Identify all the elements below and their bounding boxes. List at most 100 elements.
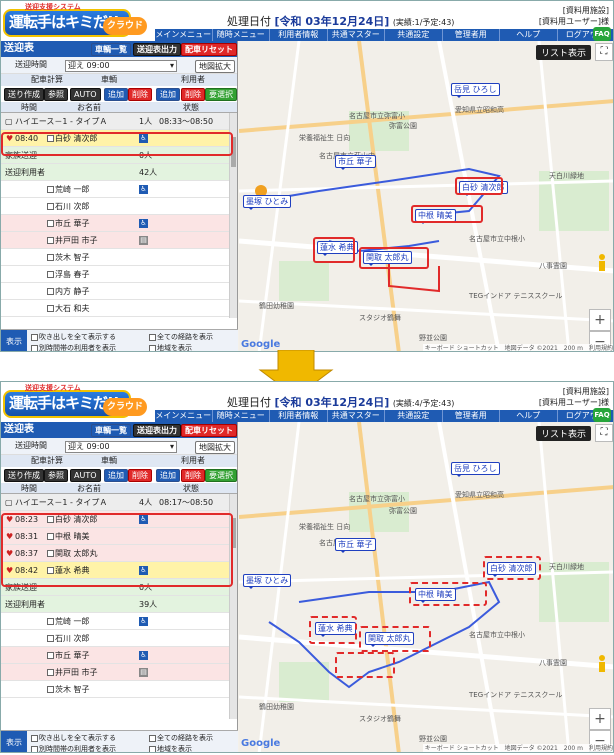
auto-button[interactable]: AUTO [70, 88, 101, 101]
stop-row[interactable]: ♥ 08:31 中根 晴美 [1, 528, 237, 545]
zoom-in-button[interactable]: + [589, 309, 611, 331]
output-button[interactable]: 送迎表出力 [133, 43, 181, 56]
vehicle-list-button[interactable]: 車輌一覧 [91, 424, 131, 437]
vehicle-row[interactable]: ▢ ハイエース－1 - タイプＡ 1人 08:33～08:50 [1, 113, 237, 130]
menu-main[interactable]: メインメニュー [155, 29, 213, 41]
menu-user-info[interactable]: 利用者情報 [270, 410, 328, 422]
create-send-button[interactable]: 送り作成 [4, 88, 44, 101]
zoom-in-button[interactable]: + [589, 708, 611, 730]
time-select[interactable]: 迎え 09:00 [65, 441, 177, 453]
reference-button[interactable]: 参照 [44, 88, 68, 101]
user-row[interactable]: 茨木 智子 [1, 681, 237, 698]
delete-vehicle-button[interactable]: 削除 [128, 469, 152, 482]
user-row[interactable]: 荒崎 一郎 ♿ [1, 613, 237, 630]
stop-row[interactable]: ♥ 08:23 白砂 清次郎 ♿ [1, 511, 237, 528]
faq-button[interactable]: FAQ [593, 408, 611, 422]
list-view-button[interactable]: リスト表示 [535, 426, 591, 441]
fullscreen-icon[interactable]: ⛶ [595, 424, 613, 442]
processing-date-label: 処理日付 [227, 396, 271, 409]
menu-admin[interactable]: 管理者用 [443, 29, 500, 41]
route-map[interactable]: 名古屋市立弥富小 愛知県立昭和高 名古屋市立萩山中 弥富公園 天白川緑地 鶴田幼… [239, 422, 613, 752]
menu-anytime[interactable]: 随時メニュー [213, 410, 270, 422]
menu-main[interactable]: メインメニュー [155, 410, 213, 422]
list-scrollbar[interactable] [229, 494, 237, 719]
menu-help[interactable]: ヘルプ [500, 29, 558, 41]
user-row[interactable]: 大石 和夫 [1, 300, 237, 317]
route-map[interactable]: 名古屋市立弥富小 愛知県立昭和高 名古屋市立萩山中 弥富公園 天白川緑地 鶴田幼… [239, 41, 613, 351]
add-vehicle-button[interactable]: 追加 [104, 469, 128, 482]
reset-button[interactable]: 配車リセット [181, 43, 237, 56]
fullscreen-icon[interactable]: ⛶ [595, 43, 613, 61]
output-button[interactable]: 送迎表出力 [133, 424, 181, 437]
menu-settings[interactable]: 共通設定 [385, 410, 443, 422]
map-zoom-button[interactable]: 地図拡大 [195, 441, 235, 454]
user-row[interactable]: 石川 次郎 [1, 198, 237, 215]
marker-sumizome[interactable]: 墨塚 ひとみ [243, 195, 292, 210]
add-vehicle-button[interactable]: 追加 [104, 88, 128, 101]
add-user-button[interactable]: 追加 [156, 88, 180, 101]
select-button[interactable]: 要選択 [205, 469, 237, 482]
user-row[interactable]: 茨木 智子 [1, 249, 237, 266]
option-other-times[interactable]: 別時間帯の利用者を表示 [31, 343, 116, 351]
menu-master[interactable]: 共通マスター [328, 29, 385, 41]
reference-button[interactable]: 参照 [44, 469, 68, 482]
menu-settings[interactable]: 共通設定 [385, 29, 443, 41]
vehicle-list-button[interactable]: 車輌一覧 [91, 43, 131, 56]
stop-row[interactable]: ♥ 08:42 蓮水 希典 ♿ [1, 562, 237, 579]
marker-takaoka[interactable]: 岳見 ひろし [451, 462, 500, 477]
stop-row[interactable]: ♥ 08:40 白砂 清次郎 ♿ [1, 130, 237, 147]
menu-help[interactable]: ヘルプ [500, 410, 558, 422]
users-row[interactable]: 送迎利用者 39人 [1, 596, 237, 613]
pegman-icon[interactable] [595, 654, 609, 674]
pegman-icon[interactable] [595, 253, 609, 273]
menu-admin[interactable]: 管理者用 [443, 410, 500, 422]
marker-ichioka[interactable]: 市丘 華子 [335, 155, 376, 170]
family-row[interactable]: 家族送迎 0人 [1, 147, 237, 164]
add-user-button[interactable]: 追加 [156, 469, 180, 482]
user-row[interactable]: 浮島 春子 [1, 266, 237, 283]
user-row[interactable]: 荒崎 一郎 ♿ [1, 181, 237, 198]
user-row[interactable]: 石川 次郎 [1, 630, 237, 647]
create-send-button[interactable]: 送り作成 [4, 469, 44, 482]
list-view-button[interactable]: リスト表示 [535, 45, 591, 60]
option-show-balloons[interactable]: 吹き出しを全て表示する [31, 733, 116, 743]
stop-row[interactable]: ♥ 08:37 関取 太郎丸 [1, 545, 237, 562]
vehicle-row[interactable]: ▢ ハイエース－1 - タイプＡ 4人 08:17～08:50 [1, 494, 237, 511]
option-other-times[interactable]: 別時間帯の利用者を表示 [31, 744, 116, 752]
option-show-areas[interactable]: 地域を表示 [149, 343, 192, 351]
checkbox-icon [47, 186, 54, 193]
menu-anytime[interactable]: 随時メニュー [213, 29, 270, 41]
reset-button[interactable]: 配車リセット [181, 424, 237, 437]
user-row[interactable]: 市丘 華子 ♿ [1, 647, 237, 664]
marker-takaoka[interactable]: 岳見 ひろし [451, 83, 500, 98]
menu-user-info[interactable]: 利用者情報 [270, 29, 328, 41]
panel-header: 送迎表 車輌一覧 送迎表出力 配車リセット [1, 41, 237, 57]
map-label: 名古屋市立中根小 [469, 631, 525, 639]
list-scrollbar[interactable] [229, 113, 237, 318]
delete-user-button[interactable]: 削除 [181, 469, 205, 482]
user-row[interactable]: 井戸田 市子 ▤ [1, 664, 237, 681]
auto-button[interactable]: AUTO [70, 469, 101, 482]
marker-ichioka[interactable]: 市丘 華子 [335, 538, 376, 553]
select-button[interactable]: 要選択 [205, 88, 237, 101]
delete-user-button[interactable]: 削除 [181, 88, 205, 101]
user-row[interactable]: 井戸田 市子 ▤ [1, 232, 237, 249]
user-row[interactable]: 市丘 華子 ♿ [1, 215, 237, 232]
map-label: 八事霊園 [539, 659, 567, 667]
option-show-balloons[interactable]: 吹き出しを全て表示する [31, 332, 116, 342]
option-show-routes[interactable]: 全ての経路を表示 [149, 332, 213, 342]
processing-count: (実績:4/予定:43) [392, 399, 455, 408]
delete-vehicle-button[interactable]: 削除 [128, 88, 152, 101]
family-row[interactable]: 家族送迎 0人 [1, 579, 237, 596]
user-row[interactable]: 内方 静子 [1, 283, 237, 300]
map-zoom-button[interactable]: 地図拡大 [195, 60, 235, 73]
option-show-routes[interactable]: 全ての経路を表示 [149, 733, 213, 743]
route-highlight [483, 556, 541, 580]
marker-sumizome[interactable]: 墨塚 ひとみ [243, 574, 292, 589]
action-buttons: 送り作成 参照 AUTO 追加 削除 追加 削除 要選択 [1, 86, 237, 102]
time-select[interactable]: 迎え 09:00 [65, 60, 177, 72]
menu-master[interactable]: 共通マスター [328, 410, 385, 422]
faq-button[interactable]: FAQ [593, 27, 611, 41]
users-row[interactable]: 送迎利用者 42人 [1, 164, 237, 181]
option-show-areas[interactable]: 地域を表示 [149, 744, 192, 752]
